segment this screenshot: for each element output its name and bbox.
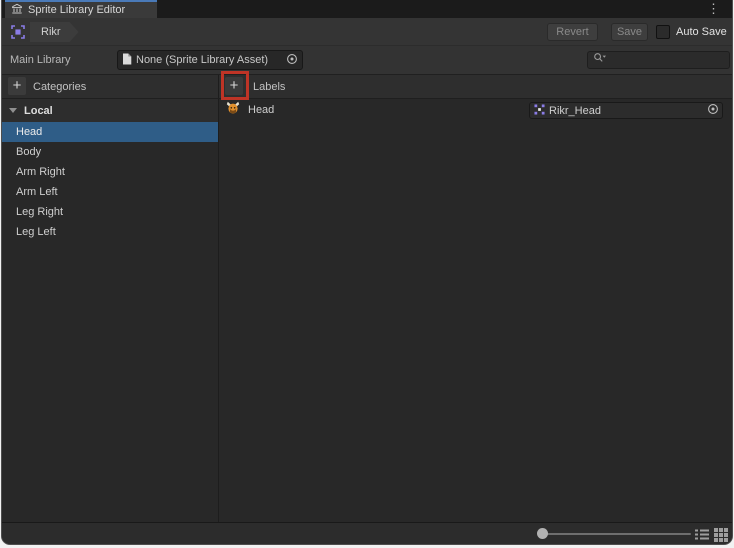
categories-header-section: + Categories: [2, 75, 219, 98]
tab-sprite-library-editor[interactable]: Sprite Library Editor: [5, 0, 157, 18]
add-category-button[interactable]: +: [8, 77, 26, 95]
document-icon: [122, 53, 132, 68]
category-item-leg-right[interactable]: Leg Right: [2, 202, 218, 222]
category-item-arm-left[interactable]: Arm Left: [2, 182, 218, 202]
object-picker-icon[interactable]: [286, 53, 298, 68]
local-foldout[interactable]: Local: [2, 99, 218, 122]
object-picker-icon[interactable]: [707, 103, 719, 118]
main-library-object-field[interactable]: None (Sprite Library Asset): [117, 50, 303, 70]
footer-bar: [2, 522, 732, 544]
sprite-object-field[interactable]: Rikr_Head: [529, 102, 723, 119]
labels-header-section: + Labels: [219, 75, 732, 98]
auto-save-checkbox[interactable]: [656, 25, 670, 39]
sprite-asset-icon: [534, 104, 545, 118]
kebab-menu-icon[interactable]: ⋮: [707, 1, 720, 17]
add-label-button[interactable]: +: [225, 77, 243, 95]
toolbar: Rikr Revert Save Auto Save: [2, 18, 732, 46]
category-item-arm-right[interactable]: Arm Right: [2, 162, 218, 182]
grid-view-icon[interactable]: [714, 528, 728, 545]
save-button[interactable]: Save: [611, 23, 648, 41]
categories-header-label: Categories: [33, 81, 86, 93]
sprite-library-asset-icon: [10, 24, 26, 45]
foldout-triangle-icon: [9, 108, 17, 113]
categories-panel: Local Head Body Arm Right Arm Left Leg R…: [2, 99, 219, 522]
tab-bar: Sprite Library Editor ⋮: [2, 0, 732, 18]
zoom-slider-track[interactable]: [541, 533, 691, 535]
local-foldout-label: Local: [24, 105, 53, 117]
breadcrumb[interactable]: Rikr: [30, 22, 79, 42]
content-area: Local Head Body Arm Right Arm Left Leg R…: [2, 99, 732, 522]
label-name: Head: [248, 104, 274, 116]
search-icon[interactable]: [593, 51, 607, 69]
sprite-thumbnail-icon: [225, 100, 241, 121]
zoom-slider-thumb[interactable]: [537, 528, 548, 539]
category-item-leg-left[interactable]: Leg Left: [2, 222, 218, 242]
label-row-head[interactable]: Head Rikr_Head: [219, 99, 732, 121]
search-input[interactable]: [607, 54, 733, 66]
list-view-icon[interactable]: [695, 528, 709, 545]
sprite-field-value: Rikr_Head: [549, 105, 703, 117]
search-field[interactable]: [587, 51, 730, 69]
tab-title: Sprite Library Editor: [28, 4, 125, 16]
library-icon: [11, 3, 23, 18]
auto-save-label: Auto Save: [676, 26, 727, 38]
sprite-library-editor-window: Sprite Library Editor ⋮ Rikr Revert Save…: [1, 0, 733, 545]
labels-panel: Head Rikr_Head: [219, 99, 732, 522]
labels-header-label: Labels: [253, 81, 285, 93]
category-item-head[interactable]: Head: [2, 122, 218, 142]
object-field-value: None (Sprite Library Asset): [136, 54, 282, 66]
panel-headers: + Categories + Labels: [2, 74, 732, 99]
category-item-body[interactable]: Body: [2, 142, 218, 162]
revert-button[interactable]: Revert: [547, 23, 598, 41]
main-library-row: Main Library None (Sprite Library Asset): [2, 46, 732, 74]
main-library-label: Main Library: [10, 54, 71, 66]
